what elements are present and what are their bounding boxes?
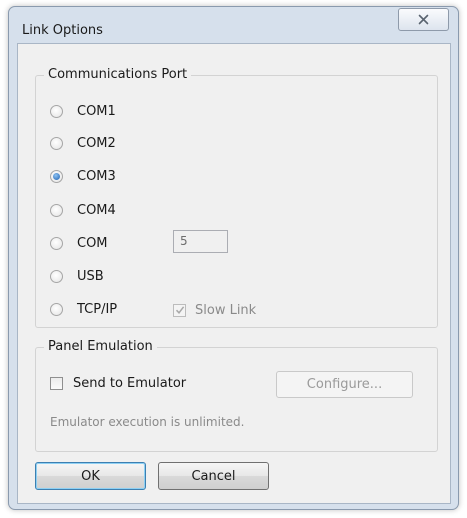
slow-link-label: Slow Link [195,302,257,318]
checkmark-icon [175,306,184,314]
radio-button-selected[interactable] [50,169,63,183]
configure-button[interactable]: Configure... [276,371,413,398]
send-to-emulator-label: Send to Emulator [73,375,187,391]
radio-usb[interactable]: USB [50,266,104,286]
radio-com1[interactable]: COM1 [50,101,116,121]
radio-label: COM4 [77,202,116,218]
radio-label: COM2 [77,135,116,151]
dialog-client-area: Communications Port COM1 COM2 COM3 COM4 … [17,43,451,504]
radio-button[interactable] [50,104,63,118]
checkbox[interactable] [173,303,186,317]
dialog-title: Link Options [22,23,103,38]
radio-button[interactable] [50,203,63,217]
radio-button[interactable] [50,136,63,150]
close-button[interactable] [398,8,449,31]
title-bar: Link Options [9,7,458,38]
communications-port-title: Communications Port [44,67,192,83]
ok-button[interactable]: OK [35,462,146,490]
panel-emulation-group: Panel Emulation Send to Emulator Configu… [35,339,438,452]
radio-label: USB [77,268,104,284]
radio-com4[interactable]: COM4 [50,200,116,220]
radio-label: COM3 [77,168,116,184]
communications-port-group: Communications Port COM1 COM2 COM3 COM4 … [35,67,438,328]
radio-label: COM [77,235,108,251]
radio-com2[interactable]: COM2 [50,133,116,153]
link-options-dialog: Link Options Communications Port COM1 CO… [8,6,459,510]
panel-emulation-title: Panel Emulation [44,339,157,355]
close-icon [418,14,429,25]
com-number-field[interactable]: 5 [173,230,228,253]
radio-label: COM1 [77,103,116,119]
checkbox[interactable] [50,376,63,390]
radio-button[interactable] [50,236,63,250]
slow-link-checkbox[interactable]: Slow Link [173,300,256,320]
radio-button[interactable] [50,269,63,283]
radio-tcpip[interactable]: TCP/IP [50,299,117,319]
send-to-emulator-checkbox[interactable]: Send to Emulator [50,373,186,393]
radio-label: TCP/IP [77,301,118,317]
radio-com-custom[interactable]: COM [50,233,108,253]
cancel-button[interactable]: Cancel [158,462,269,490]
radio-com3[interactable]: COM3 [50,166,116,186]
radio-button[interactable] [50,302,63,316]
emulator-status-text: Emulator execution is unlimited. [50,415,245,429]
